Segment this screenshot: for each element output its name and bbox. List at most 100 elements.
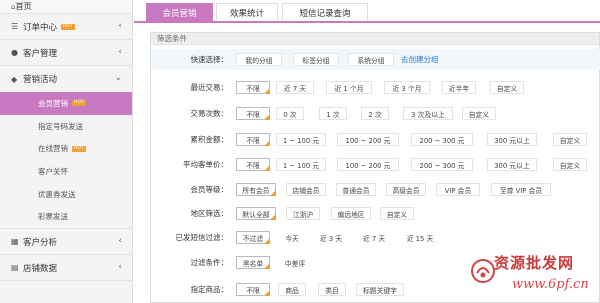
sidebar-item-label: 店铺数据 <box>23 263 58 274</box>
filter-option[interactable]: 普通会员 <box>336 183 376 196</box>
filter-option[interactable]: 近 3 天 <box>313 231 349 244</box>
filter-option[interactable]: 近 1 个月 <box>326 81 372 94</box>
tab-label: 短信记录查询 <box>299 8 351 19</box>
tab-label: 效果统计 <box>229 8 264 19</box>
filter-option[interactable]: 近 15 天 <box>400 231 440 244</box>
filter-option[interactable]: 1 ~ 100 元 <box>276 158 326 171</box>
sidebar-subitem-coupon-send[interactable]: 优惠券发送 <box>0 183 132 206</box>
filter-option-selected[interactable]: 不限 <box>236 158 270 171</box>
tab-sms-records[interactable]: 短信记录查询 <box>282 3 368 21</box>
filter-option[interactable]: 标签分组 <box>293 53 339 66</box>
filter-row-member-level: 会员等级： 所有会员 店铺会员 普通会员 高级会员 VIP 会员 至尊 VIP … <box>151 179 600 200</box>
filter-option[interactable]: 300 元以上 <box>487 158 537 171</box>
filter-label: 会员等级： <box>190 185 229 194</box>
sidebar-item-store-data[interactable]: ▤ 店铺数据 ‹ <box>0 255 132 282</box>
filter-row-quick-select: 快速选择： 我的分组 标签分组 系统分组 去创建分组 <box>151 49 600 70</box>
sidebar-subitem-customer-care[interactable]: 客户关怀 <box>0 160 132 183</box>
filter-option[interactable]: 自定义 <box>553 133 587 146</box>
watermark-logo <box>471 259 495 283</box>
filter-option-selected[interactable]: 不限 <box>236 107 270 120</box>
tab-effect-stats[interactable]: 效果统计 <box>216 3 278 21</box>
filter-row-avg-price: 平均客单价： 不限 1 ~ 100 元 100 ~ 200 元 200 ~ 30… <box>151 154 600 175</box>
filter-option[interactable]: 100 ~ 200 元 <box>337 158 399 171</box>
filter-label: 地区筛选： <box>190 209 229 218</box>
filter-option[interactable]: VIP 会员 <box>436 183 480 196</box>
user-icon: ● <box>11 48 18 57</box>
chat-icon: ◆ <box>11 74 18 84</box>
filter-option[interactable]: 300 元以上 <box>487 133 537 146</box>
filter-option[interactable]: 类目 <box>318 283 346 296</box>
hot-badge: HOT <box>61 23 75 30</box>
sidebar-item-customer-analysis[interactable]: ▦ 客户分析 ‹ <box>0 229 132 256</box>
filter-option[interactable]: 近 7 天 <box>356 231 392 244</box>
sidebar-item-home[interactable]: ⌂ 首页 <box>0 0 132 14</box>
sidebar-subitem-send-number[interactable]: 指定号码发送 <box>0 115 132 138</box>
filter-label: 过滤条件： <box>190 258 229 267</box>
filter-option[interactable]: 自定义 <box>490 81 524 94</box>
filter-option[interactable]: 商品 <box>278 283 306 296</box>
sidebar-subitem-lottery-send[interactable]: 彩票发送 <box>0 205 132 228</box>
filter-option[interactable]: 系统分组 <box>348 53 394 66</box>
sidebar-subitem-online-marketing[interactable]: 在线营销 HOT <box>0 137 132 160</box>
sidebar-item-orders[interactable]: ☰ 订单中心 HOT ‹ <box>0 14 132 40</box>
filter-option[interactable]: 高级会员 <box>386 183 426 196</box>
sidebar-subitem-label: 在线营销 <box>38 144 68 154</box>
filter-option[interactable]: 1 次 <box>319 107 347 120</box>
sidebar: ⌂ 首页 ☰ 订单中心 HOT ‹ ● 客户管理 ‹ ◆ 营销活动 ⌄ 会员营销… <box>0 0 133 303</box>
filter-option[interactable]: 0 次 <box>276 107 304 120</box>
watermark-title: 资源批发网 <box>494 254 575 272</box>
chevron-left-icon: ‹ <box>118 262 122 273</box>
filter-option[interactable]: 偏远地区 <box>331 207 371 220</box>
filter-option[interactable]: 近 3 个月 <box>384 81 430 94</box>
sidebar-item-marketing[interactable]: ◆ 营销活动 ⌄ <box>0 66 132 92</box>
hot-badge: HOT <box>72 100 86 107</box>
sidebar-subitem-member-marketing[interactable]: 会员营销 HOT <box>0 92 132 115</box>
chevron-left-icon: ‹ <box>118 21 122 31</box>
filter-option[interactable]: 今天 <box>278 231 306 244</box>
filter-label: 交易次数： <box>190 109 229 118</box>
filter-option[interactable]: 江浙沪 <box>286 207 320 220</box>
filter-option-selected[interactable]: 不限 <box>236 283 270 296</box>
filter-option[interactable]: 至尊 VIP 会员 <box>491 183 551 196</box>
filter-option[interactable]: 中差评 <box>278 256 312 269</box>
filter-option[interactable]: 店铺会员 <box>286 183 326 196</box>
chevron-left-icon: ‹ <box>118 47 122 57</box>
grid-icon: ▦ <box>11 237 19 247</box>
filter-option[interactable]: 近半年 <box>442 81 476 94</box>
filter-row-total-amount: 累积金额： 不限 1 ~ 100 元 100 ~ 200 元 200 ~ 300… <box>151 129 600 150</box>
filter-row-recent-trade: 最近交易： 不限 近 7 天 近 1 个月 近 3 个月 近半年 自定义 <box>151 77 600 98</box>
filter-option[interactable]: 3 次及以上 <box>403 107 453 120</box>
filter-option[interactable]: 自定义 <box>553 158 587 171</box>
filter-option-selected[interactable]: 所有会员 <box>236 183 276 196</box>
watermark: 资源批发网 www.6pf.cn <box>468 248 600 303</box>
tab-member-marketing[interactable]: 会员营销 <box>146 3 213 21</box>
filter-option[interactable]: 标题关键字 <box>356 283 404 296</box>
filter-option[interactable]: 200 ~ 300 元 <box>411 133 473 146</box>
filter-row-region: 地区筛选： 默认全部 江浙沪 偏远地区 自定义 <box>151 203 600 224</box>
filter-option-selected[interactable]: 不过滤 <box>236 231 270 244</box>
filter-option[interactable]: 近 7 天 <box>276 81 314 94</box>
sidebar-item-label: 首页 <box>15 2 32 11</box>
filter-label: 快速选择： <box>190 55 229 64</box>
sidebar-item-customers[interactable]: ● 客户管理 ‹ <box>0 40 132 66</box>
filter-option[interactable]: 自定义 <box>462 107 496 120</box>
filter-option[interactable]: 200 ~ 300 元 <box>411 158 473 171</box>
filter-row-trade-count: 交易次数： 不限 0 次 1 次 2 次 3 次及以上 自定义 <box>151 103 600 124</box>
app-root: ⌂ 首页 ☰ 订单中心 HOT ‹ ● 客户管理 ‹ ◆ 营销活动 ⌄ 会员营销… <box>0 0 600 303</box>
filter-option[interactable]: 1 ~ 100 元 <box>276 133 326 146</box>
filter-option[interactable]: 自定义 <box>380 207 414 220</box>
watermark-url: www.6pf.cn <box>512 277 589 292</box>
filter-option[interactable]: 100 ~ 200 元 <box>337 133 399 146</box>
filter-option-selected[interactable]: 不限 <box>236 133 270 146</box>
filter-label: 平均客单价： <box>183 160 228 169</box>
filter-option-selected[interactable]: 不限 <box>236 81 270 94</box>
create-group-link[interactable]: 去创建分组 <box>401 53 439 66</box>
filter-option[interactable]: 2 次 <box>361 107 389 120</box>
store-icon: ▤ <box>11 263 19 273</box>
sidebar-item-label: 客户分析 <box>23 237 58 248</box>
chevron-down-icon: ⌄ <box>114 73 122 83</box>
filter-option-selected[interactable]: 默认全部 <box>236 207 276 220</box>
filter-option[interactable]: 我的分组 <box>236 53 282 66</box>
filter-option-selected[interactable]: 黑名单 <box>236 256 270 269</box>
tab-bar: 会员营销 效果统计 短信记录查询 <box>134 0 600 23</box>
